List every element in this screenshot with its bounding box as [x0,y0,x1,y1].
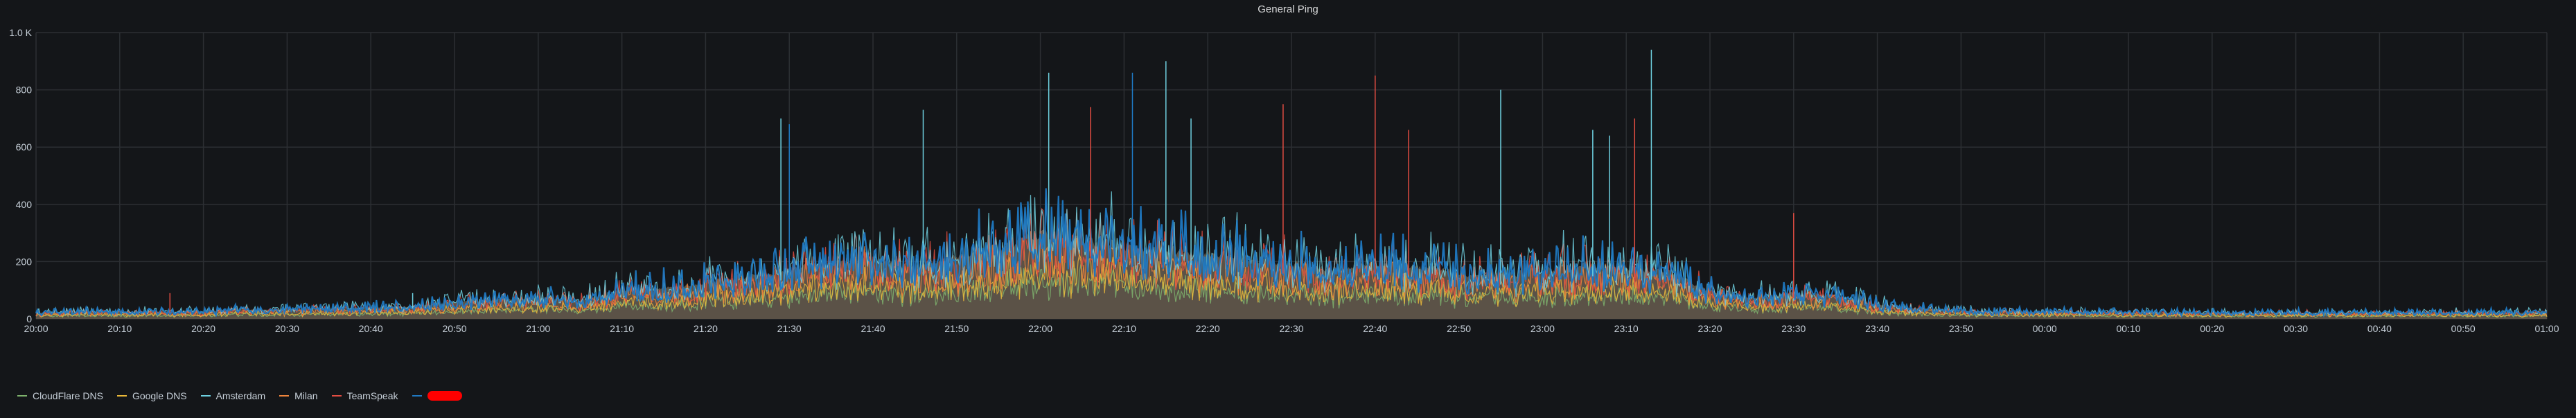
x-tick-label: 01:00 [2534,323,2559,334]
legend-item[interactable]: TeamSpeak [331,390,398,401]
x-tick-label: 23:30 [1781,323,1806,334]
x-tick-label: 20:50 [442,323,466,334]
legend-item[interactable] [412,390,462,401]
legend-swatch [17,395,27,397]
x-tick-label: 21:30 [777,323,802,334]
x-tick-label: 21:10 [610,323,634,334]
legend-label: Milan [294,390,318,401]
y-tick-label: 600 [16,141,33,153]
x-tick-label: 22:40 [1363,323,1387,334]
ping-chart: 02004006008001.0 K20:00 20:10 20:20 20:30 20… [9,27,2559,334]
legend-swatch [279,395,290,397]
x-tick-label: 21:50 [944,323,969,334]
x-tick-label: 22:30 [1279,323,1303,334]
x-tick-label: 21:20 [694,323,718,334]
x-tick-label: 21:00 [526,323,550,334]
y-tick-label: 800 [16,85,33,96]
y-tick-label: 200 [16,256,33,267]
x-tick-label: 00:40 [2367,323,2392,334]
x-tick-label: 00:00 [2033,323,2057,334]
x-tick-label: 20:30 [275,323,299,334]
legend-item[interactable]: Milan [279,390,318,401]
x-tick-label: 00:30 [2284,323,2308,334]
legend-label: Google DNS [132,390,187,401]
redacted-label [427,391,462,401]
x-tick-label: 23:10 [1614,323,1639,334]
legend-swatch [200,395,211,397]
legend: CloudFlare DNS Google DNS Amsterdam Mila… [17,390,462,401]
legend-label: CloudFlare DNS [33,390,103,401]
x-tick-label: 22:10 [1112,323,1136,334]
legend-item[interactable]: CloudFlare DNS [17,390,103,401]
legend-label: Amsterdam [215,390,266,401]
x-tick-label: 22:50 [1447,323,1471,334]
x-tick-label: 20:00 [24,323,48,334]
x-tick-label: 00:50 [2451,323,2476,334]
x-tick-label: 22:20 [1196,323,1220,334]
x-tick-label: 00:20 [2200,323,2224,334]
x-tick-label: 21:40 [861,323,885,334]
x-tick-label: 20:20 [191,323,215,334]
legend-swatch [116,395,127,397]
x-tick-label: 20:40 [359,323,383,334]
legend-swatch [331,395,342,397]
y-tick-label: 400 [16,199,33,210]
legend-item[interactable]: Amsterdam [200,390,266,401]
legend-swatch [412,395,422,397]
legend-label: TeamSpeak [346,390,398,401]
x-tick-label: 23:50 [1949,323,1973,334]
x-tick-label: 22:00 [1028,323,1052,334]
x-tick-label: 23:20 [1697,323,1722,334]
x-tick-label: 20:10 [107,323,132,334]
legend-item[interactable]: Google DNS [116,390,187,401]
x-tick-label: 23:00 [1530,323,1555,334]
x-tick-label: 23:40 [1865,323,1889,334]
y-tick-label: 1.0 K [9,27,32,38]
x-tick-label: 00:10 [2116,323,2140,334]
